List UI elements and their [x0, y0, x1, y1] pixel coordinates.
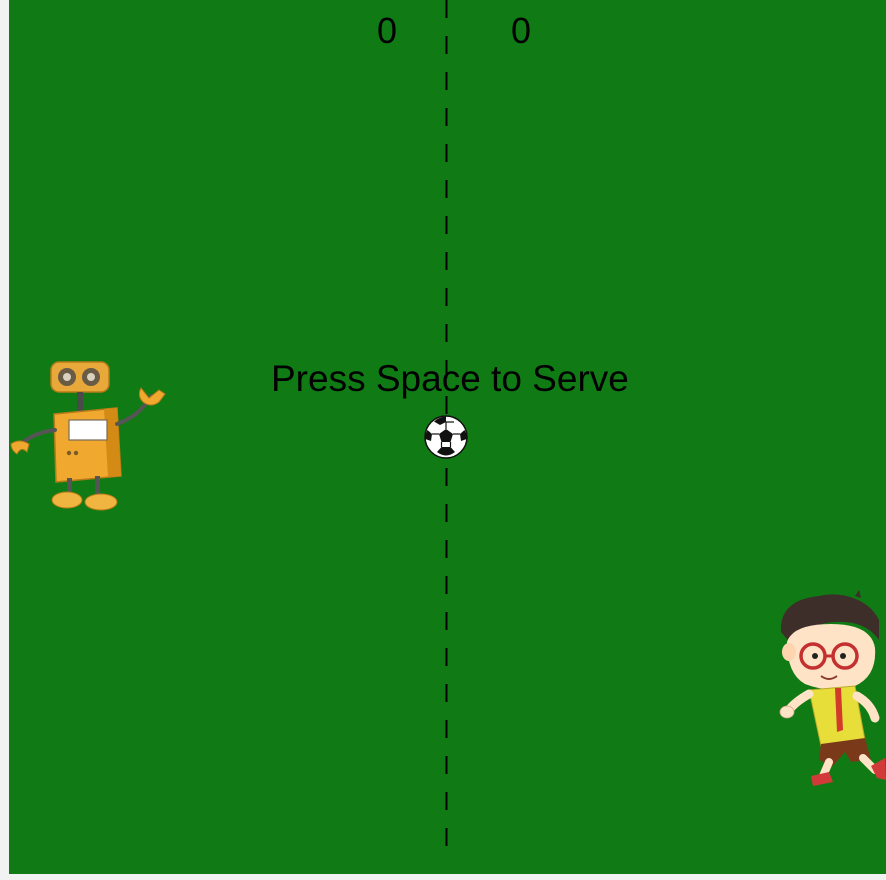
- right-score: 0: [511, 10, 532, 51]
- serve-prompt: Press Space to Serve: [271, 358, 629, 399]
- game-field[interactable]: 0 0 Press Space to Serve: [9, 0, 886, 874]
- left-score: 0: [377, 10, 398, 51]
- boy-player[interactable]: [775, 590, 886, 790]
- soccer-ball-icon: [424, 415, 468, 459]
- robot-player[interactable]: [9, 358, 174, 518]
